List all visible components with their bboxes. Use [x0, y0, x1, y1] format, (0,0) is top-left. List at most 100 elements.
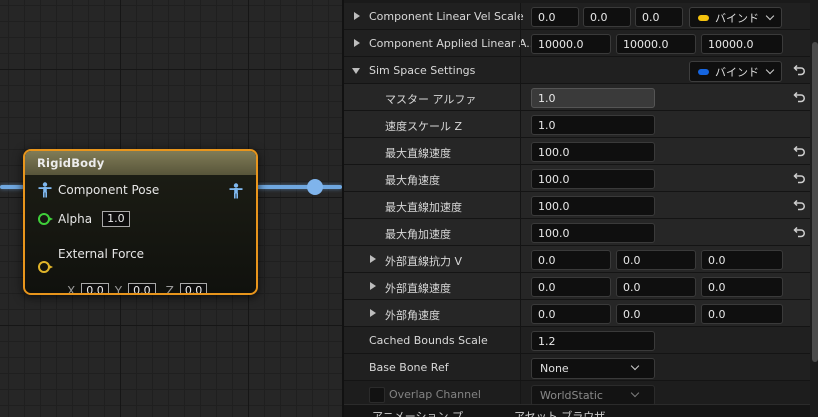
y-input[interactable]: 0.0 — [128, 283, 156, 293]
max-linear-acc-field[interactable]: 100.0 — [531, 196, 655, 216]
master-alpha-field[interactable]: 1.0 — [531, 88, 655, 108]
row-master-alpha: マスター アルファ 1.0 — [344, 84, 810, 111]
external-force-pin-icon[interactable] — [38, 261, 53, 273]
row-ext-angular-vel: 外部角速度 0.0 0.0 0.0 — [344, 300, 810, 327]
bind-color-chip — [698, 14, 709, 21]
tab-asset-browser[interactable]: アセット ブラウザ — [514, 408, 605, 417]
chevron-down-icon — [765, 65, 775, 75]
row-label: マスター アルファ — [385, 93, 477, 106]
wire-reroute-knot[interactable] — [307, 179, 323, 195]
z-field[interactable]: 10000.0 — [701, 34, 783, 54]
bind-label: バインド — [715, 11, 759, 25]
rigidbody-node[interactable]: RigidBody Component Pose Alpha 1.0 Exter… — [23, 149, 258, 295]
reset-icon[interactable] — [792, 225, 806, 239]
y-field[interactable]: 0.0 — [616, 304, 696, 324]
scrollbar-thumb[interactable] — [812, 42, 818, 362]
row-label: Cached Bounds Scale — [369, 334, 488, 347]
z-input[interactable]: 0.0 — [179, 283, 208, 293]
row-label: 最大直線速度 — [385, 147, 451, 160]
row-label: Sim Space Settings — [369, 64, 476, 77]
row-cached-bounds-scale: Cached Bounds Scale 1.2 — [344, 327, 810, 354]
bind-button[interactable]: バインド — [689, 61, 782, 82]
row-ext-linear-drag: 外部直線抗力 V 0.0 0.0 0.0 — [344, 246, 810, 273]
external-force-xyz: X 0.0 Y 0.0 Z 0.0 — [67, 283, 208, 295]
row-base-bone-ref: Base Bone Ref None — [344, 354, 810, 381]
component-pose-pin-row[interactable]: Component Pose — [38, 182, 159, 198]
tab-animation[interactable]: アニメーション プ... — [372, 408, 474, 417]
base-bone-dropdown[interactable]: None — [531, 358, 655, 379]
bind-label: バインド — [715, 65, 759, 79]
row-max-linear-acc: 最大直線加速度 100.0 — [344, 192, 810, 219]
row-sim-space-settings: Sim Space Settings バインド — [344, 57, 810, 84]
vel-scale-z-field[interactable]: 1.0 — [531, 115, 655, 135]
reset-icon[interactable] — [792, 144, 806, 158]
row-label: Component Linear Vel Scale — [369, 10, 524, 23]
row-label: Overlap Channel — [389, 388, 481, 401]
max-linear-vel-field[interactable]: 100.0 — [531, 142, 655, 162]
alpha-pin-icon[interactable] — [38, 213, 53, 225]
row-label: 外部角速度 — [385, 309, 440, 322]
pose-input-icon[interactable] — [38, 182, 52, 198]
z-field[interactable]: 0.0 — [635, 7, 683, 27]
row-applied-linear: Component Applied Linear A... 10000.0 10… — [344, 30, 810, 57]
z-field[interactable]: 0.0 — [701, 277, 783, 297]
external-force-label: External Force — [58, 247, 145, 261]
y-field[interactable]: 0.0 — [616, 277, 696, 297]
z-label: Z — [165, 284, 174, 295]
y-field[interactable]: 0.0 — [616, 250, 696, 270]
details-panel: Component Linear Vel Scale 0.0 0.0 0.0 バ… — [342, 0, 818, 417]
overlap-checkbox[interactable] — [369, 387, 385, 403]
row-label: Component Applied Linear A... — [369, 37, 537, 50]
x-field[interactable]: 10000.0 — [531, 34, 611, 54]
cached-bounds-field[interactable]: 1.2 — [531, 331, 655, 351]
details-scrollbar[interactable] — [810, 0, 818, 417]
x-field[interactable]: 0.0 — [531, 7, 579, 27]
row-label: 外部直線速度 — [385, 282, 451, 295]
row-label: 最大角速度 — [385, 174, 440, 187]
x-field[interactable]: 0.0 — [531, 250, 611, 270]
bind-button[interactable]: バインド — [689, 7, 782, 28]
max-angular-acc-field[interactable]: 100.0 — [531, 223, 655, 243]
z-field[interactable]: 0.0 — [701, 250, 783, 270]
reset-icon[interactable] — [792, 63, 806, 77]
expand-arrow-icon[interactable] — [354, 12, 360, 20]
base-bone-value: None — [540, 362, 569, 375]
x-label: X — [67, 284, 76, 295]
reset-icon[interactable] — [792, 198, 806, 212]
expand-arrow-icon[interactable] — [370, 255, 376, 263]
overlap-channel-value: WorldStatic — [540, 389, 603, 402]
x-field[interactable]: 0.0 — [531, 277, 611, 297]
node-body: Component Pose Alpha 1.0 External Force … — [25, 175, 256, 293]
row-label: 外部直線抗力 V — [385, 255, 463, 268]
max-angular-vel-field[interactable]: 100.0 — [531, 169, 655, 189]
y-field[interactable]: 0.0 — [583, 7, 631, 27]
bind-color-chip — [698, 68, 709, 75]
collapse-arrow-icon[interactable] — [352, 68, 360, 74]
expand-arrow-icon[interactable] — [354, 39, 360, 47]
external-force-pin-row: External Force — [38, 241, 144, 273]
z-field[interactable]: 0.0 — [701, 304, 783, 324]
chevron-down-icon — [630, 388, 640, 398]
row-label: Base Bone Ref — [369, 361, 449, 374]
bottom-tab-bar: アニメーション プ... アセット ブラウザ — [344, 404, 810, 417]
alpha-input[interactable]: 1.0 — [102, 211, 130, 227]
pose-wire-right[interactable] — [256, 185, 342, 189]
expand-arrow-icon[interactable] — [370, 282, 376, 290]
overlap-channel-dropdown[interactable]: WorldStatic — [531, 385, 655, 406]
row-max-linear-vel: 最大直線速度 100.0 — [344, 138, 810, 165]
row-linear-vel-scale: Component Linear Vel Scale 0.0 0.0 0.0 バ… — [344, 3, 810, 30]
pose-output-icon[interactable] — [229, 183, 243, 199]
row-max-angular-vel: 最大角速度 100.0 — [344, 165, 810, 192]
row-vel-scale-z: 速度スケール Z 1.0 — [344, 111, 810, 138]
y-field[interactable]: 10000.0 — [616, 34, 696, 54]
x-input[interactable]: 0.0 — [81, 283, 109, 293]
expand-arrow-icon[interactable] — [370, 309, 376, 317]
x-field[interactable]: 0.0 — [531, 304, 611, 324]
y-label: Y — [114, 284, 123, 295]
graph-panel[interactable]: RigidBody Component Pose Alpha 1.0 Exter… — [0, 0, 342, 417]
pose-wire-left[interactable] — [0, 185, 24, 189]
chevron-down-icon — [765, 11, 775, 21]
reset-icon[interactable] — [792, 90, 806, 104]
reset-icon[interactable] — [792, 171, 806, 185]
row-label: 速度スケール Z — [385, 120, 463, 133]
